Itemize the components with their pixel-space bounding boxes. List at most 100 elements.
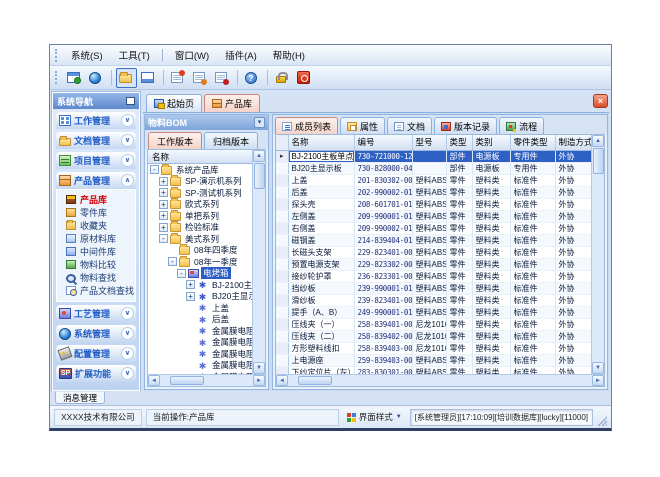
tree-item[interactable]: +检验标准 (148, 222, 252, 234)
column-header[interactable]: 类别 (472, 135, 510, 150)
tree-item[interactable]: +欧式系列 (148, 199, 252, 211)
chevron-down-icon[interactable]: ∨ (121, 367, 134, 380)
table-row[interactable]: 上盖201-830302-00X塑料ABS零件塑料类标准件外协条 (276, 174, 605, 186)
version-tab[interactable]: 工作版本 (148, 132, 202, 149)
detail-tab[interactable]: 版本记录 (434, 117, 497, 134)
sidebar-item[interactable]: 产品文档查找 (57, 284, 135, 297)
globe-button[interactable] (86, 68, 107, 88)
tree-vertical-scrollbar[interactable] (252, 150, 265, 374)
resize-grip[interactable] (597, 416, 607, 426)
column-header[interactable]: 类型 (446, 135, 472, 150)
ui-style-selector[interactable]: 界面样式 ▼ (343, 409, 406, 425)
scroll-right-button[interactable] (592, 375, 604, 386)
chevron-down-icon[interactable]: ∨ (121, 347, 134, 360)
tree-item[interactable]: +BJ20主显示板 (148, 291, 252, 303)
tree-item[interactable]: 08年四季度 (148, 245, 252, 257)
sidebar-group-header[interactable]: 文档管理∨ (56, 132, 136, 149)
column-header[interactable]: 制造方式 (555, 135, 595, 150)
sidebar-item[interactable]: 产品库 (57, 193, 135, 206)
scrollbar-thumb[interactable] (298, 376, 332, 385)
tree-item[interactable]: 金属膜电阻器 (148, 348, 252, 360)
menubar-grip[interactable] (55, 49, 60, 62)
tree-item[interactable]: -电烤箱 (148, 268, 252, 280)
version-tab[interactable]: 归档版本 (204, 132, 258, 149)
sidebar-item[interactable]: 物料查找 (57, 271, 135, 284)
table-row[interactable]: 上电源座259-839403-00X塑料ABS零件塑料类标准件外协条 (276, 354, 605, 366)
sidebar-group-header[interactable]: 项目管理∨ (56, 152, 136, 169)
table-row[interactable]: 右侧盖209-990002-01X塑料ABS零件塑料类标准件外协条 (276, 222, 605, 234)
scrollbar-thumb[interactable] (170, 376, 204, 385)
table-row[interactable]: 接纱轮护罩236-823301-00X塑料ABS零件塑料类标准件外协条 (276, 270, 605, 282)
scroll-up-button[interactable] (592, 135, 604, 147)
table-row[interactable]: 磁钢盖214-839404-01X塑料ABS零件塑料类标准件外协条 (276, 234, 605, 246)
scroll-left-button[interactable] (276, 375, 288, 386)
table-row[interactable]: 预置电源支架229-823302-00X塑料ABS零件塑料类标准件外协条 (276, 258, 605, 270)
expand-icon[interactable]: + (186, 280, 195, 289)
exit-button[interactable] (294, 68, 315, 88)
scroll-right-button[interactable] (253, 375, 265, 386)
table-row[interactable]: 长磁头支架229-823401-00X塑料ABS零件塑料类标准件外协条 (276, 246, 605, 258)
scroll-down-button[interactable] (592, 362, 604, 374)
menu-item[interactable]: 系统(S) (63, 46, 111, 64)
chevron-down-icon[interactable]: ∨ (121, 307, 134, 320)
sidebar-group-header[interactable]: 工艺管理∨ (56, 305, 136, 322)
toolbar-grip[interactable] (55, 71, 60, 84)
table-row[interactable]: 压线夹（一）258-839401-00X尼龙1010零件塑料类标准件外协条 (276, 318, 605, 330)
tree-item[interactable]: 上盖 (148, 302, 252, 314)
sidebar-item[interactable]: 零件库 (57, 206, 135, 219)
collapse-icon[interactable]: - (150, 165, 159, 174)
menu-item[interactable]: 帮助(H) (265, 46, 313, 64)
doc-link-button[interactable] (190, 68, 211, 88)
scroll-up-button[interactable] (253, 150, 265, 162)
chevron-up-icon[interactable]: ∧ (121, 174, 134, 187)
doc-close-button[interactable] (212, 68, 233, 88)
doc-tab[interactable]: 起始页 (146, 94, 202, 112)
table-row[interactable]: ▸BJ-2100主板单点730-721000-12X部件电源板专用件外协颗 (276, 150, 605, 162)
grid-vertical-scrollbar[interactable] (591, 135, 604, 374)
tree-item[interactable]: 金属膜电阻器 (148, 337, 252, 349)
grid-horizontal-scrollbar[interactable] (276, 374, 604, 386)
sidebar-item[interactable]: 物料比较 (57, 258, 135, 271)
table-row[interactable]: BJ20主显示板730-828000-04X部件电源板专用件外协颗 (276, 162, 605, 174)
scroll-left-button[interactable] (148, 375, 160, 386)
expand-icon[interactable]: + (159, 200, 168, 209)
expand-icon[interactable]: + (159, 177, 168, 186)
table-row[interactable]: 方形塑料线扣258-839403-00X尼龙1010零件塑料类标准件外协条 (276, 342, 605, 354)
chevron-down-icon[interactable]: ∨ (121, 154, 134, 167)
menu-item[interactable]: 窗口(W) (167, 46, 217, 64)
navigation-panel-icon[interactable] (126, 97, 135, 105)
scroll-down-button[interactable] (253, 362, 265, 374)
window-list-button[interactable] (138, 68, 159, 88)
menu-item[interactable]: 工具(T) (111, 46, 158, 64)
collapse-icon[interactable]: - (159, 234, 168, 243)
table-row[interactable]: 后盖202-990002-01X塑料ABS零件塑料类标准件外协条 (276, 186, 605, 198)
sidebar-group-header[interactable]: 工作管理∨ (56, 112, 136, 129)
doc-tab[interactable]: 产品库 (204, 94, 260, 112)
close-document-button[interactable] (593, 94, 608, 108)
tree-item[interactable]: +单把系列 (148, 210, 252, 222)
expand-icon[interactable]: + (186, 292, 195, 301)
open-folder-button[interactable] (116, 68, 137, 88)
column-header[interactable]: 名称 (288, 135, 354, 150)
tree-item[interactable]: -08年一季度 (148, 256, 252, 268)
table-row[interactable]: 左侧盖209-990001-01X塑料ABS零件塑料类标准件外协条 (276, 210, 605, 222)
lock-button[interactable] (272, 68, 293, 88)
scrollbar-thumb[interactable] (254, 163, 265, 189)
scrollbar-thumb[interactable] (593, 148, 604, 174)
sidebar-item[interactable]: 原材料库 (57, 232, 135, 245)
chevron-down-icon[interactable]: ∨ (121, 114, 134, 127)
doc-new-button[interactable] (168, 68, 189, 88)
tree-item[interactable]: +SP-演示机系列 (148, 176, 252, 188)
menu-item[interactable]: 插件(A) (217, 46, 265, 64)
tree-item[interactable]: 金属膜电阻器 (148, 360, 252, 372)
sidebar-item[interactable]: 收藏夹 (57, 219, 135, 232)
table-row[interactable]: 压线夹（二）258-839402-00X尼龙1010零件塑料类标准件外协条 (276, 330, 605, 342)
sidebar-item[interactable]: 中间件库 (57, 245, 135, 258)
expand-icon[interactable]: + (159, 223, 168, 232)
collapse-icon[interactable]: - (177, 269, 186, 278)
chevron-down-icon[interactable]: ∨ (121, 134, 134, 147)
table-row[interactable]: 探头壳208-601701-01X塑料ABS零件塑料类标准件外协条 (276, 198, 605, 210)
tree-item[interactable]: +SP-测试机系列 (148, 187, 252, 199)
expand-icon[interactable]: + (159, 211, 168, 220)
detail-tab[interactable]: 属性 (340, 117, 385, 134)
